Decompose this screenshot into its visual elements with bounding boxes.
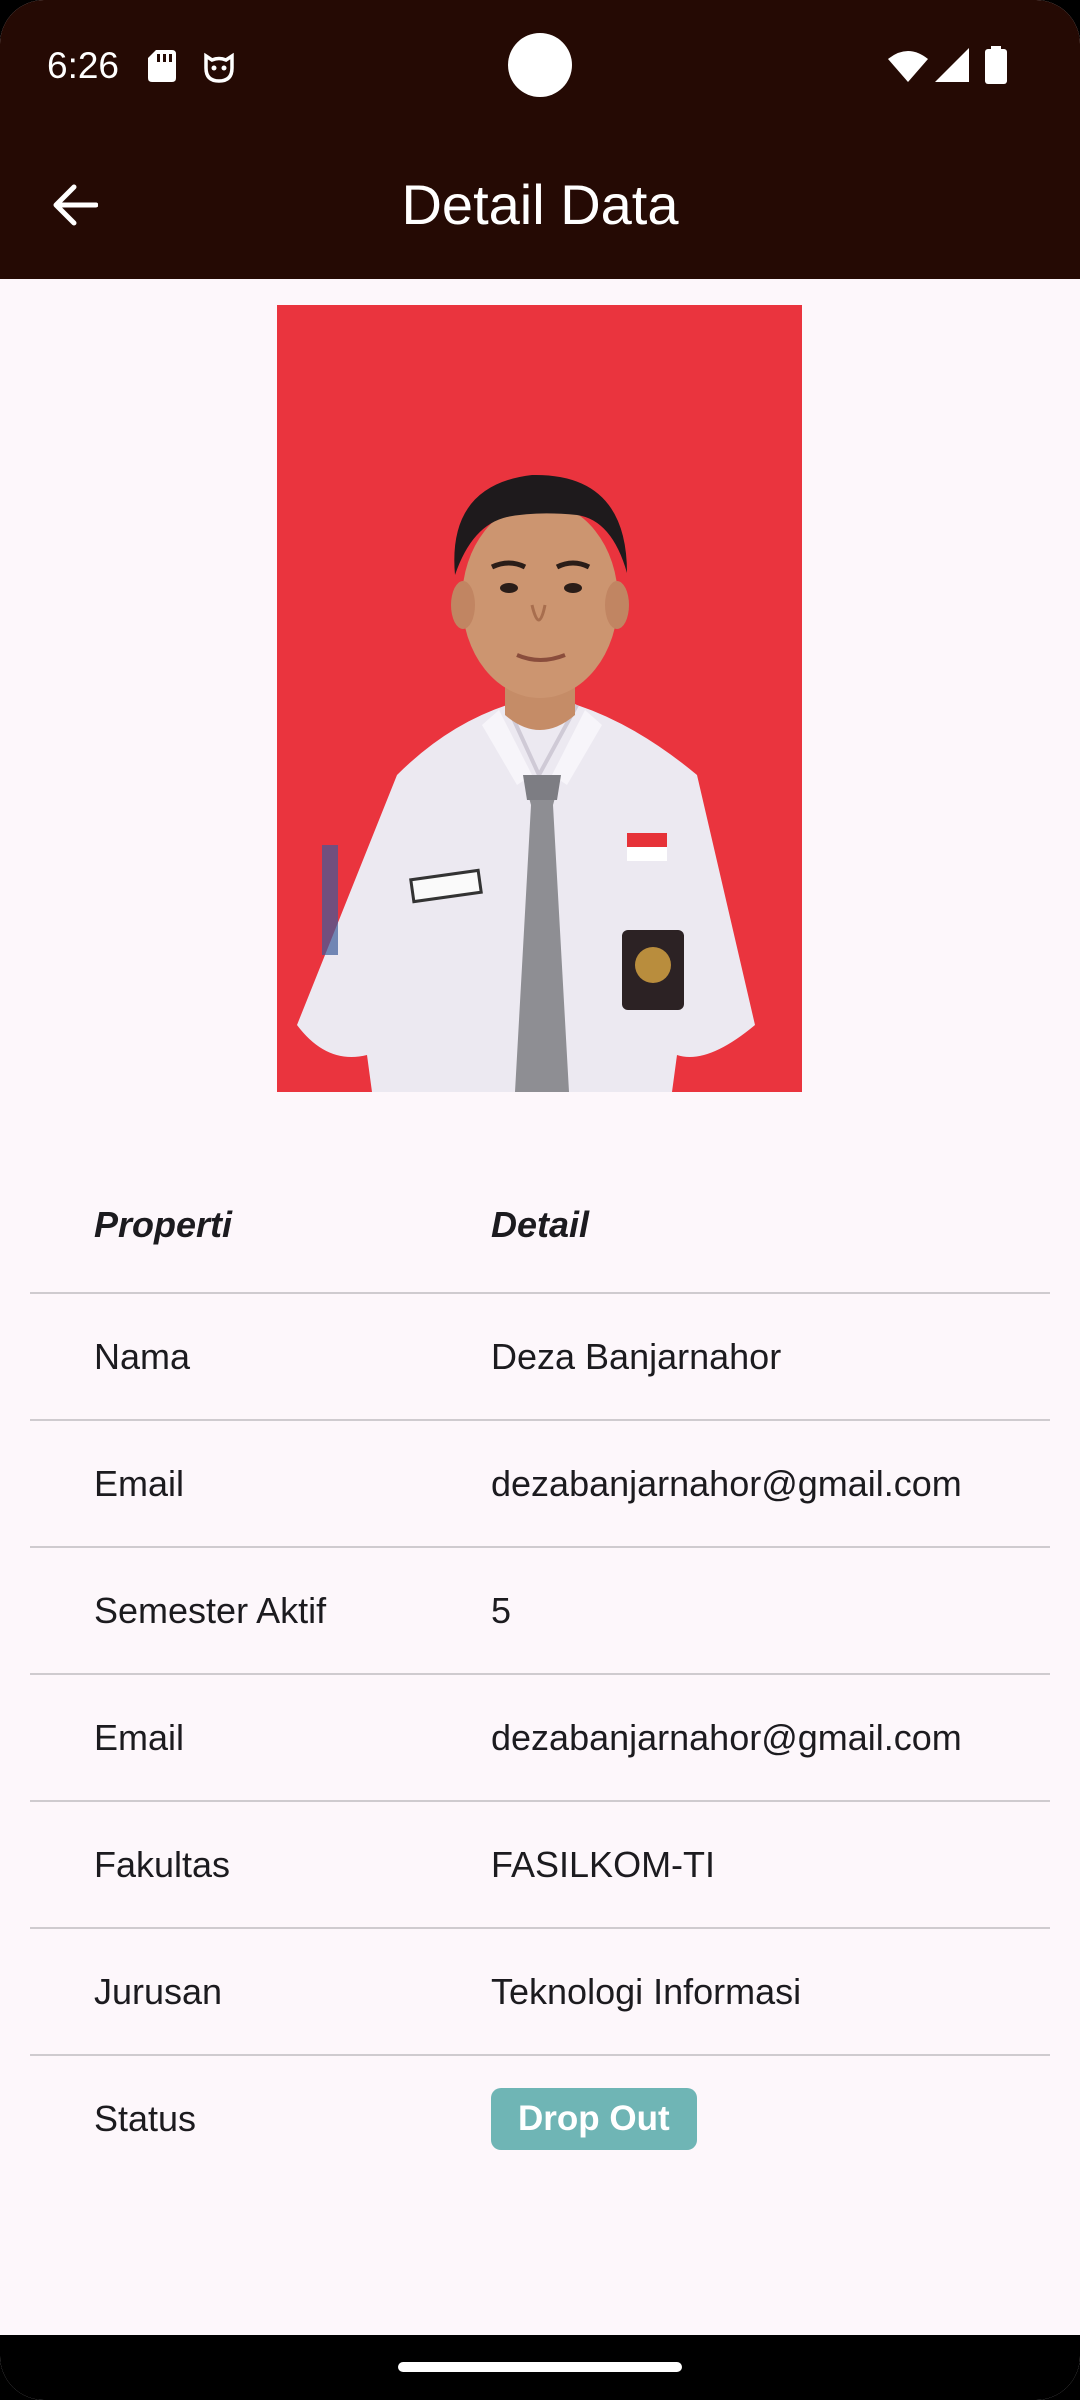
screen: 6:26 Detail Data Properti Detail Nama De… — [0, 0, 1080, 2400]
row-value: 5 — [491, 1589, 512, 1631]
table-row: Jurusan Teknologi Informasi — [30, 1929, 1050, 2056]
header-property: Properti — [94, 1203, 233, 1245]
row-label: Semester Aktif — [94, 1589, 327, 1631]
row-value: Deza Banjarnahor — [491, 1335, 782, 1377]
row-label: Nama — [94, 1335, 191, 1377]
table-row-status: Status Drop Out — [30, 2056, 1050, 2181]
status-badge: Drop Out — [491, 2087, 697, 2150]
row-value: FASILKOM-TI — [491, 1843, 716, 1885]
sd-card-icon — [148, 50, 176, 82]
wifi-icon — [888, 51, 928, 82]
row-value: Teknologi Informasi — [491, 1970, 802, 2012]
row-label: Status — [94, 2097, 197, 2139]
status-bar: 6:26 — [0, 0, 1080, 134]
camera-cutout — [508, 33, 572, 97]
row-label: Email — [94, 1716, 185, 1758]
table-header-row: Properti Detail — [30, 1157, 1050, 1294]
student-portrait-image — [277, 305, 802, 1092]
app-bar: 6:26 Detail Data — [0, 0, 1080, 279]
status-cell: Drop Out — [491, 2087, 697, 2150]
table-row: Fakultas FASILKOM-TI — [30, 1802, 1050, 1929]
status-time: 6:26 — [47, 45, 120, 86]
battery-icon — [985, 46, 1007, 84]
detail-table: Properti Detail Nama Deza Banjarnahor Em… — [30, 1157, 1050, 2181]
row-value: dezabanjarnahor@gmail.com — [491, 1716, 962, 1758]
table-row: Semester Aktif 5 — [30, 1548, 1050, 1675]
home-indicator[interactable] — [398, 2362, 682, 2372]
row-label: Jurusan — [94, 1970, 223, 2012]
cat-icon — [204, 52, 234, 83]
row-label: Fakultas — [94, 1843, 231, 1885]
row-label: Email — [94, 1462, 185, 1504]
table-row: Email dezabanjarnahor@gmail.com — [30, 1675, 1050, 1802]
signal-icon — [935, 48, 969, 82]
page-title: Detail Data — [401, 173, 679, 236]
row-value: dezabanjarnahor@gmail.com — [491, 1462, 962, 1504]
table-row: Nama Deza Banjarnahor — [30, 1294, 1050, 1421]
table-row: Email dezabanjarnahor@gmail.com — [30, 1421, 1050, 1548]
header-detail: Detail — [491, 1203, 590, 1245]
profile-photo — [277, 305, 802, 1092]
